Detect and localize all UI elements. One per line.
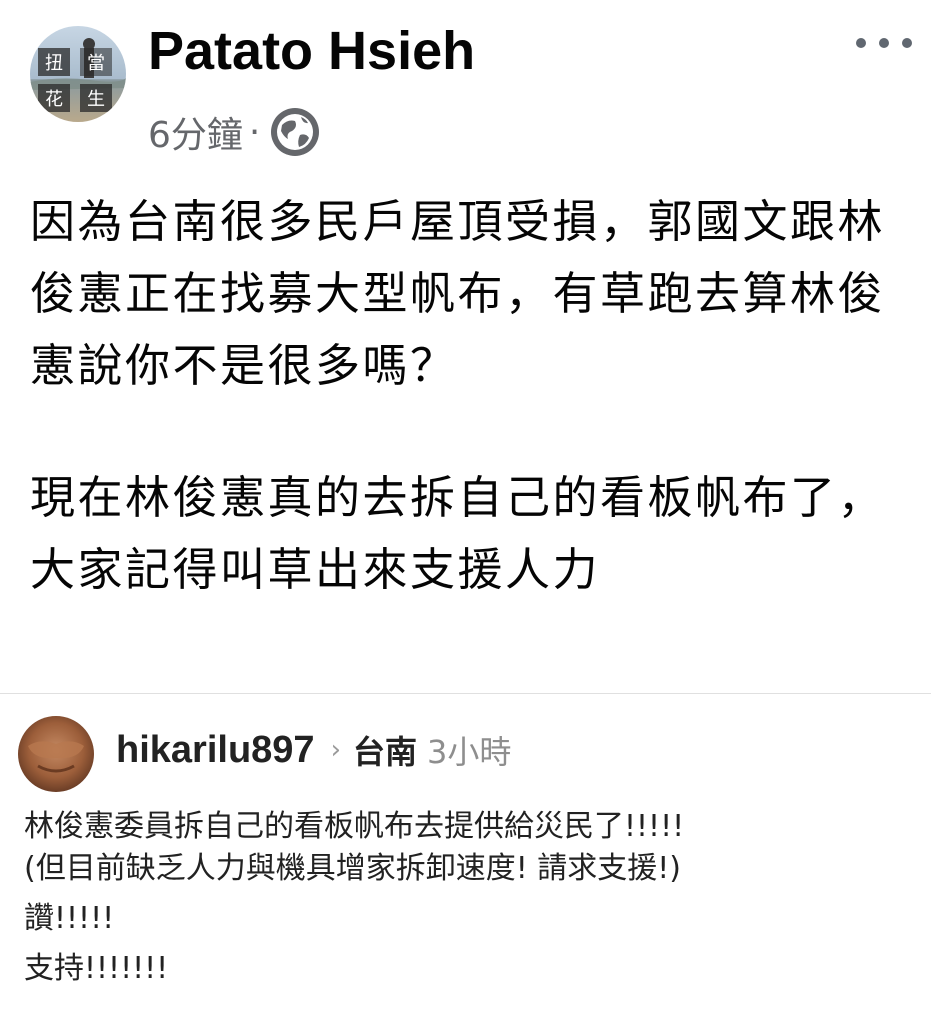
chevron-right-icon: › (330, 735, 341, 765)
embedded-user-avatar (18, 716, 94, 792)
post-body: 因為台南很多民戶屋頂受損，郭國文跟林俊憲正在找募大型帆布，有草跑去算林俊憲說你不… (30, 186, 910, 606)
more-options-icon (856, 38, 866, 48)
embedded-username: hikarilu897 (116, 728, 315, 771)
embedded-line: (但目前缺乏人力與機具增家拆卸速度! 請求支援!) (24, 851, 681, 886)
author-name[interactable]: Patato Hsieh (148, 18, 475, 84)
svg-text:扭: 扭 (45, 53, 63, 74)
post-meta: 6分鐘 · (148, 104, 322, 160)
post-header: 扭 當 花 生 Patato Hsieh 6分鐘 · (0, 0, 931, 170)
globe-icon[interactable] (268, 105, 322, 159)
post-paragraph: 因為台南很多民戶屋頂受損，郭國文跟林俊憲正在找募大型帆布，有草跑去算林俊憲說你不… (30, 195, 886, 392)
embedded-line: 支持!!!!!!! (24, 951, 169, 986)
post-timestamp[interactable]: 6分鐘 (148, 106, 243, 158)
embedded-line: 讚!!!!! (24, 901, 115, 936)
embedded-post-header: hikarilu897 › 台南 3小時 (116, 720, 511, 780)
svg-text:花: 花 (45, 89, 63, 110)
post-paragraph: 現在林俊憲真的去拆自己的看板帆布了，大家記得叫草出來支援人力 (30, 471, 886, 596)
more-options-button[interactable] (856, 28, 912, 58)
embedded-location: 台南 (352, 733, 417, 771)
embedded-line: 林俊憲委員拆自己的看板帆布去提供給災民了!!!!! (24, 809, 685, 844)
svg-text:生: 生 (87, 89, 105, 110)
meta-separator: · (248, 111, 261, 153)
author-avatar[interactable]: 扭 當 花 生 (30, 26, 126, 122)
embedded-time: 3小時 (426, 733, 512, 771)
svg-text:當: 當 (87, 53, 105, 74)
embedded-screenshot: hikarilu897 › 台南 3小時 林俊憲委員拆自己的看板帆布去提供給災民… (0, 693, 931, 1025)
embedded-post-text: 林俊憲委員拆自己的看板帆布去提供給災民了!!!!! (但目前缺乏人力與機具增家拆… (24, 806, 914, 990)
